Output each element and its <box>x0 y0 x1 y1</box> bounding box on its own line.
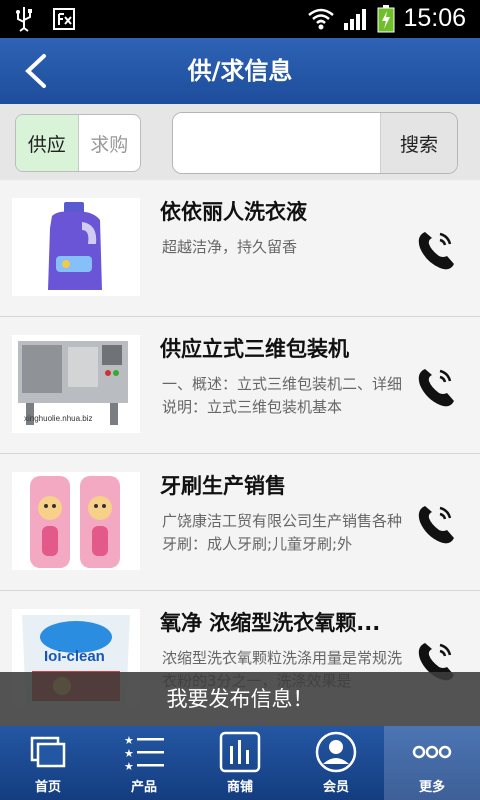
signal-icon <box>344 8 367 30</box>
item-description: 广饶康洁工贸有限公司生产销售各种牙刷：成人牙刷;儿童牙刷;外 <box>162 512 402 553</box>
item-title: 供应立式三维包装机 <box>160 337 349 361</box>
detergent-bottle-image <box>12 198 140 296</box>
search-button[interactable]: 搜索 <box>380 113 457 173</box>
status-bar: 15:06 <box>0 0 480 38</box>
tab-label: 会员 <box>322 780 349 795</box>
toothbrush-pack-image <box>12 472 140 570</box>
phone-icon[interactable] <box>412 500 460 548</box>
product-thumbnail <box>12 198 140 296</box>
image-watermark: xinghuolie.nhua.biz <box>24 414 93 423</box>
battery-charging-icon <box>377 4 395 32</box>
usb-icon <box>16 7 32 32</box>
item-description: 超越洁净，持久留香 <box>162 238 298 256</box>
more-dots-icon <box>412 745 452 759</box>
list-item[interactable]: 牙刷生产销售 广饶康洁工贸有限公司生产销售各种牙刷：成人牙刷;儿童牙刷;外 <box>0 454 480 591</box>
tab-label: 产品 <box>130 780 157 795</box>
app-header: 供/求信息 <box>0 38 480 104</box>
phone-icon[interactable] <box>412 363 460 411</box>
list-item[interactable]: xinghuolie.nhua.biz 供应立式三维包装机 一、概述：立式三维包… <box>0 317 480 454</box>
item-title: 氧净 浓缩型洗衣氧颗... <box>160 611 381 635</box>
item-title: 牙刷生产销售 <box>160 474 286 498</box>
product-thumbnail <box>12 472 140 570</box>
supply-tab[interactable]: 供应 <box>16 115 79 171</box>
item-title: 依依丽人洗衣液 <box>160 200 307 224</box>
phone-icon[interactable] <box>412 226 460 274</box>
tab-products[interactable]: ★ ★ ★ 产品 <box>96 726 192 800</box>
info-list: 依依丽人洗衣液 超越洁净，持久留香 xinghuolie.nhua.biz 供应… <box>0 180 480 726</box>
tab-label: 首页 <box>34 780 61 795</box>
bottom-tab-bar: 首页 ★ ★ ★ 产品 商铺 会员 更多 <box>0 726 480 800</box>
filter-search-bar: 供应 求购 搜索 <box>0 104 480 180</box>
list-item[interactable]: 依依丽人洗衣液 超越洁净，持久留香 <box>0 180 480 317</box>
product-brand-text: Ioi-clean <box>44 648 105 665</box>
search-input[interactable] <box>173 113 379 173</box>
svg-text:★: ★ <box>124 734 134 747</box>
home-windows-icon <box>30 736 66 768</box>
tab-home[interactable]: 首页 <box>0 726 96 800</box>
member-avatar-icon <box>315 731 357 773</box>
clock: 15:06 <box>403 4 466 32</box>
tab-label: 更多 <box>418 780 445 795</box>
supply-demand-toggle: 供应 求购 <box>15 114 141 172</box>
debug-icon <box>53 8 75 30</box>
tab-more[interactable]: 更多 <box>384 726 480 800</box>
tab-shops[interactable]: 商铺 <box>192 726 288 800</box>
product-thumbnail: xinghuolie.nhua.biz <box>12 335 140 433</box>
demand-tab[interactable]: 求购 <box>79 115 141 171</box>
svg-text:★: ★ <box>124 747 134 760</box>
bar-chart-icon <box>219 731 261 773</box>
star-list-icon: ★ ★ ★ <box>124 734 164 773</box>
svg-text:★: ★ <box>124 760 134 773</box>
search-box: 搜索 <box>172 112 458 174</box>
tab-members[interactable]: 会员 <box>288 726 384 800</box>
item-description: 一、概述：立式三维包装机二、详细说明：立式三维包装机基本 <box>162 375 402 416</box>
packaging-machine-image: xinghuolie.nhua.biz <box>12 335 140 433</box>
page-title: 供/求信息 <box>187 57 293 85</box>
tab-label: 商铺 <box>226 780 253 795</box>
wifi-icon <box>308 8 335 29</box>
publish-info-button[interactable]: 我要发布信息！ <box>0 672 480 726</box>
